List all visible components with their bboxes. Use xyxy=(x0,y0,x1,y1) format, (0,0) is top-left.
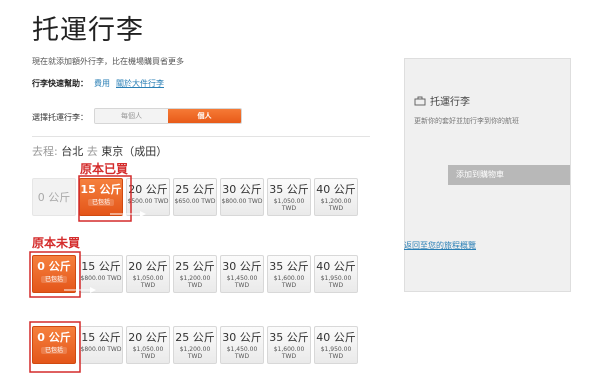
annotation-arrowhead-1 xyxy=(140,211,146,217)
add-to-cart-button[interactable]: 添加到購物車 xyxy=(448,165,570,185)
suitcase-icon xyxy=(414,96,426,105)
annotation-arrowhead-2 xyxy=(90,287,96,293)
sidebar-title-text: 托運行李 xyxy=(430,97,470,108)
sidebar-description: 更新你的套好並加行李到你的航班 xyxy=(414,117,519,125)
annotation-box-3 xyxy=(29,321,81,373)
sidebar-title: 托運行李 xyxy=(414,93,470,108)
back-to-overview-link[interactable]: 返回至您的旅程概覽 xyxy=(404,240,476,251)
